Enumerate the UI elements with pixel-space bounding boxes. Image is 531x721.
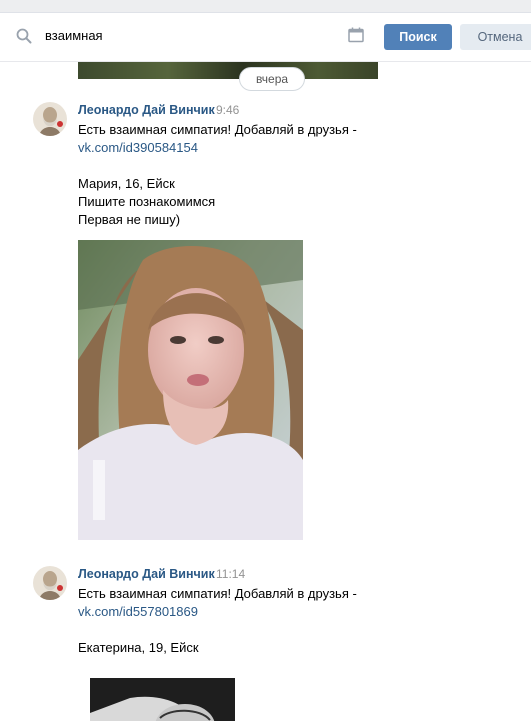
search-bar: взаимная Поиск Отмена — [0, 13, 531, 62]
profile-link[interactable]: vk.com/id557801869 — [78, 603, 198, 621]
avatar[interactable] — [33, 566, 67, 600]
avatar[interactable] — [33, 102, 67, 136]
message-text: Первая не пишу) — [78, 212, 181, 227]
search-button[interactable]: Поиск — [384, 24, 452, 50]
top-strip — [0, 0, 531, 13]
message-feed: вчера Леонардо Дай Винчик 9:46 Есть взаи… — [0, 62, 531, 721]
search-input[interactable]: взаимная — [45, 27, 103, 45]
attached-photo[interactable] — [78, 240, 303, 540]
message-time: 11:14 — [216, 567, 246, 581]
search-icon — [16, 28, 32, 44]
message-text: Мария, 16, Ейск — [78, 176, 175, 191]
calendar-icon[interactable] — [348, 27, 364, 43]
author-name[interactable]: Леонардо Дай Винчик — [78, 102, 215, 118]
message-text: Есть взаимная симпатия! Добавляй в друзь… — [78, 586, 357, 601]
attached-photo[interactable] — [90, 678, 235, 721]
previous-photo[interactable] — [78, 62, 378, 79]
cancel-button[interactable]: Отмена — [460, 24, 531, 50]
message-text: Екатерина, 19, Ейск — [78, 640, 199, 655]
profile-link[interactable]: vk.com/id390584154 — [78, 139, 198, 157]
author-name[interactable]: Леонардо Дай Винчик — [78, 566, 215, 582]
message-time: 9:46 — [216, 103, 240, 117]
message-text: Пишите познакомимся — [78, 194, 216, 209]
message-text: Есть взаимная симпатия! Добавляй в друзь… — [78, 122, 357, 137]
date-separator: вчера — [239, 67, 305, 91]
